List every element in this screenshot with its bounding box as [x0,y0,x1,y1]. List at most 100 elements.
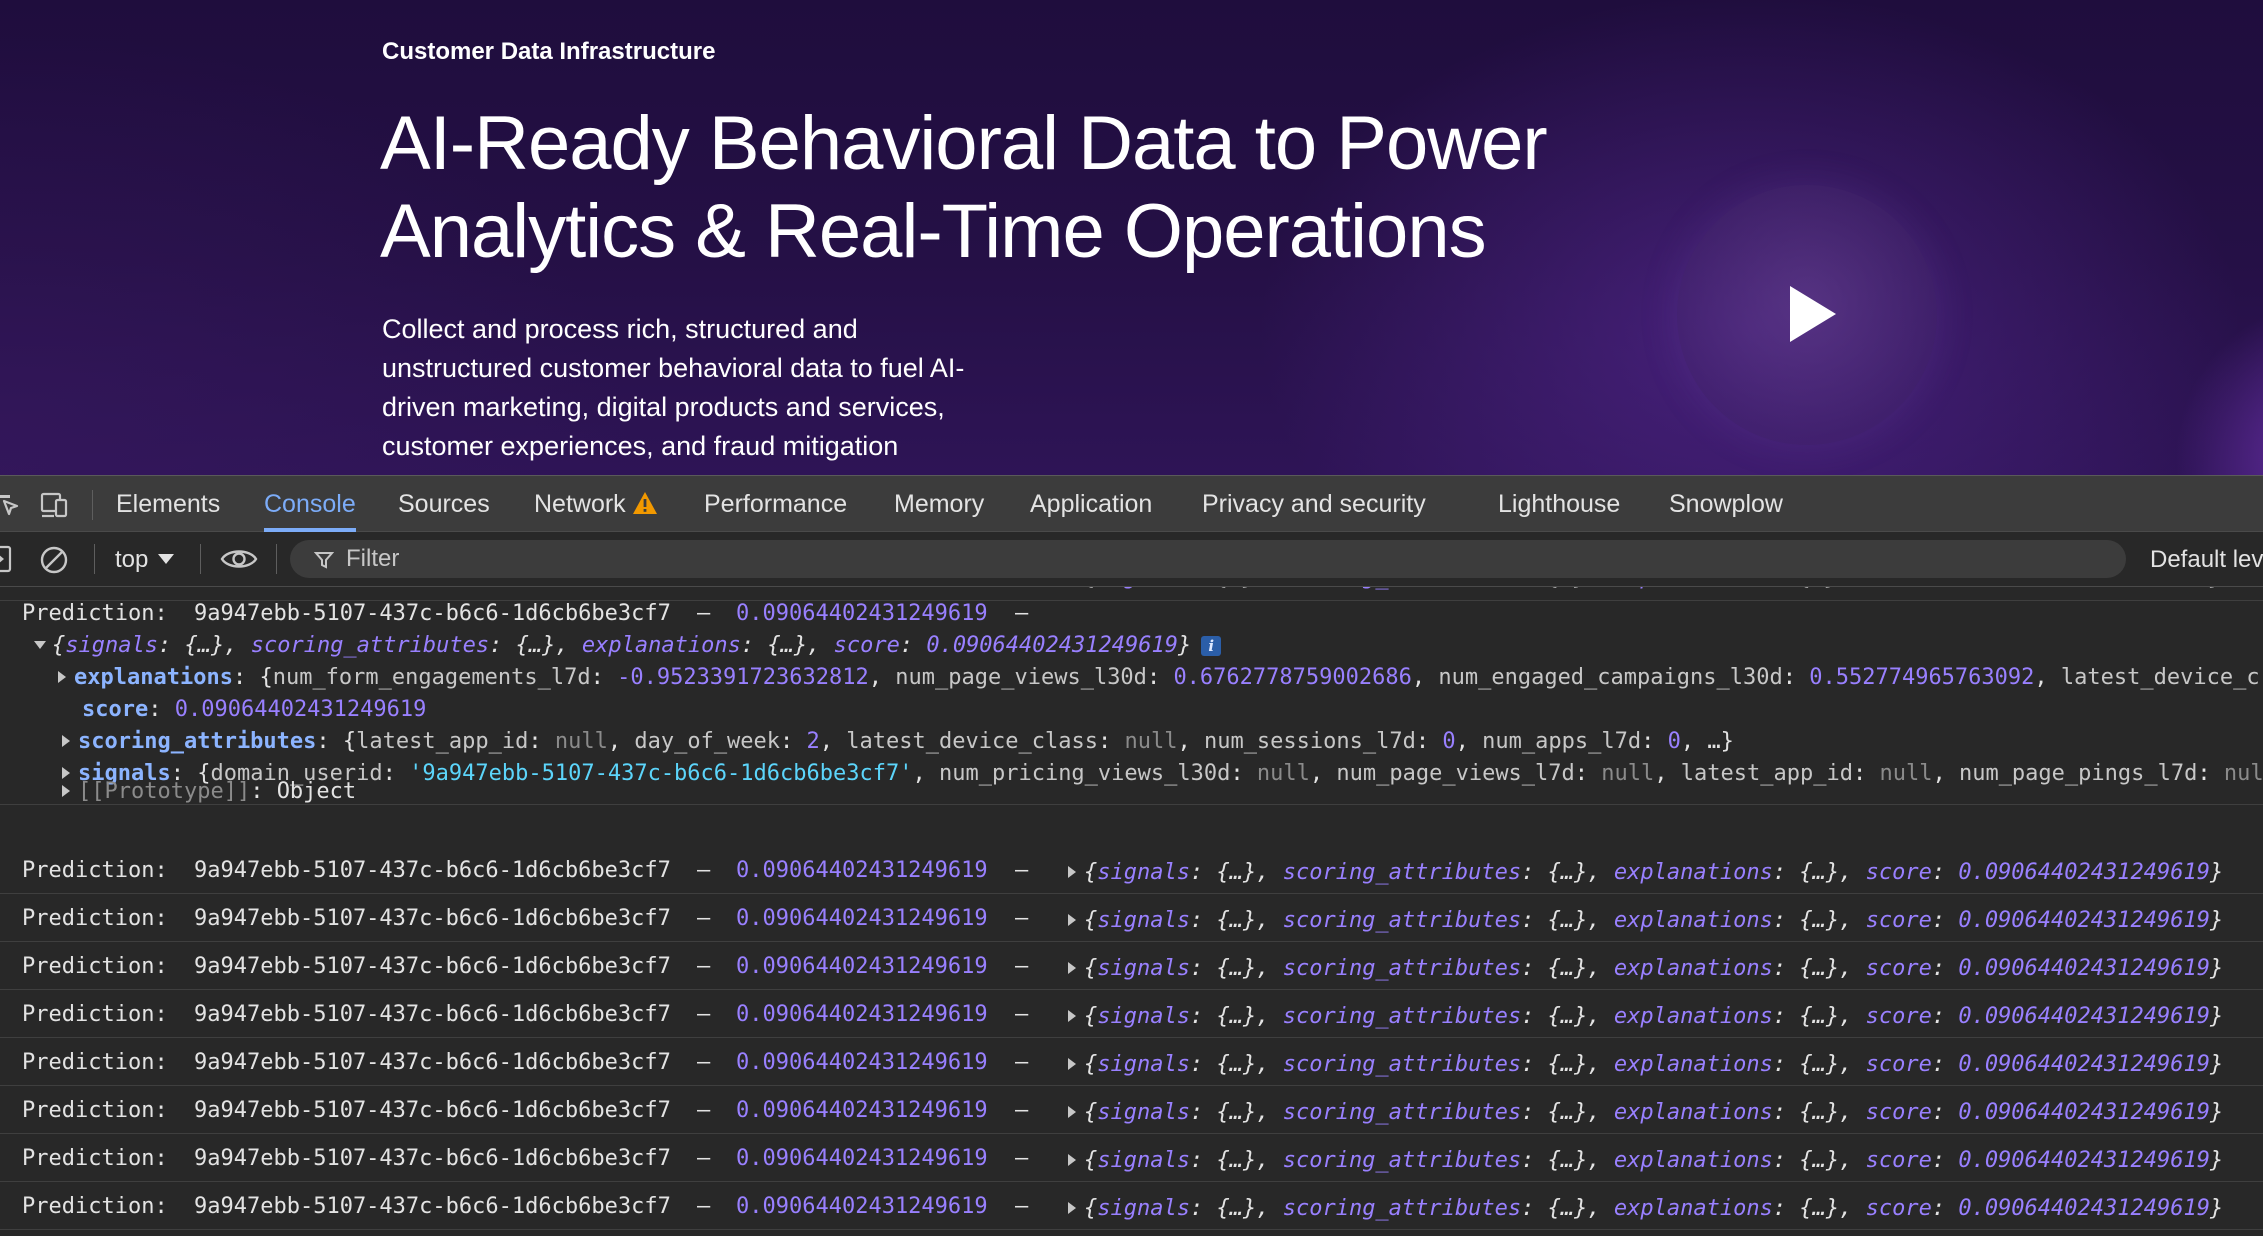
property-score: score: 0.09064402431249619 [82,697,427,722]
tab-privacy-security[interactable]: Privacy and security [1202,476,1426,532]
expand-arrow-icon[interactable] [58,671,66,683]
log-dash: – [1015,587,1028,591]
expand-arrow-icon[interactable] [1068,962,1076,974]
context-selector[interactable]: top [115,544,175,576]
log-dash: – [697,1002,711,1027]
device-toggle-icon[interactable] [40,491,68,519]
log-object-summary[interactable]: {signals: {…}, scoring_attributes: {…}, … [1068,908,2223,934]
console-log-row[interactable]: Prediction: 9a947ebb-5107-437c-b6c6-1d6cb… [0,1134,2263,1182]
log-dash: – [1015,906,1029,931]
log-prefix: Prediction: [22,954,168,979]
console-log-row[interactable]: Prediction: 9a947ebb-5107-437c-b6c6-1d6cb… [0,1086,2263,1134]
console-log-row[interactable]: Prediction: 9a947ebb-5107-437c-b6c6-1d6cb… [0,894,2263,942]
log-score: 0.09064402431249619 [736,906,988,931]
log-score: 0.09064402431249619 [736,601,988,626]
log-object-summary[interactable]: {signals: {…}, scoring_attributes: {…}, … [1068,860,2223,886]
context-value: top [115,546,149,573]
log-object-summary[interactable]: {signals: {…}, scoring_attributes: {…}, … [1068,1100,2223,1126]
tab-elements[interactable]: Elements [116,476,220,532]
expand-arrow-icon[interactable] [1068,866,1076,878]
collapse-arrow-icon[interactable] [34,641,46,649]
console-log-row[interactable]: Prediction: 9a947ebb-5107-437c-b6c6-1d6cb… [0,846,2263,894]
devtools-panel: Elements Console Sources Network Perform… [0,475,2263,1236]
log-score: 0.09064402431249619 [736,1002,988,1027]
log-user-id: 9a947ebb-5107-437c-b6c6-1d6cb6be3cf7 [194,1098,671,1123]
log-dash: – [697,1146,711,1171]
console-toolbar: top Filter Default lev [0,532,2263,587]
console-log-row-expanded[interactable]: Prediction: 9a947ebb-5107-437c-b6c6-1d6c… [0,601,2263,805]
inspect-icon[interactable] [0,491,22,519]
expand-arrow-icon[interactable] [1068,1010,1076,1022]
log-user-id: 9a947ebb-5107-437c-b6c6-1d6cb6be3cf7 [194,954,671,979]
object-summary-expanded[interactable]: {signals: {…}, scoring_attributes: {…}, … [34,633,1222,659]
log-user-id: 9a947ebb-5107-437c-b6c6-1d6cb6be3cf7 [194,1146,671,1171]
console-log-row[interactable]: Prediction: 9a947ebb-5107-437c-b6c6-1d6cb… [0,1038,2263,1086]
log-score: 0.09064402431249619 [736,587,988,591]
log-dash: – [1015,1002,1029,1027]
expand-arrow-icon[interactable] [1068,1202,1076,1214]
log-object-summary[interactable]: {signals: {…}, scoring_attributes: {…}, … [1068,956,2223,982]
eye-icon[interactable] [220,546,258,572]
log-prefix: Prediction: [22,858,168,883]
hero-desc-line: driven marketing, digital products and s… [382,392,945,422]
sidebar-toggle-icon[interactable] [0,544,14,574]
toolbar-divider [94,544,95,574]
log-dash: – [697,858,711,883]
tabbar-divider [92,490,93,520]
log-level-selector[interactable]: Default lev [2150,544,2263,576]
filter-input[interactable]: Filter [290,540,2126,578]
console-log-row[interactable]: Prediction: 9a947ebb-5107-437c-b6c6-1d6cb… [0,1182,2263,1230]
log-prefix: Prediction: [22,1098,168,1123]
console-output: Prediction: 9a947ebb-5107-437c-b6c6-1d6c… [0,587,2263,1236]
tab-snowplow[interactable]: Snowplow [1669,476,1783,532]
warning-icon [632,492,657,514]
log-prefix: Prediction: [22,906,168,931]
tab-sources[interactable]: Sources [398,476,490,532]
log-score: 0.09064402431249619 [736,858,988,883]
log-prefix: Prediction: [22,601,168,626]
log-dash: – [1015,601,1029,626]
clear-console-icon[interactable] [38,544,70,576]
log-prefix: Prediction: [22,1002,168,1027]
log-dash: – [1015,858,1029,883]
property-prototype[interactable]: [[Prototype]]: Object [62,779,356,805]
tab-memory[interactable]: Memory [894,476,984,532]
console-log-row[interactable]: Prediction: 9a947ebb-5107-437c-b6c6-1d6c… [0,587,2263,601]
filter-icon [314,552,334,569]
log-score: 0.09064402431249619 [736,1146,988,1171]
expand-arrow-icon[interactable] [62,735,70,747]
console-log-row[interactable]: Prediction: 9a947ebb-5107-437c-b6c6-1d6cb… [0,942,2263,990]
log-dash: – [1015,1146,1029,1171]
log-object-summary[interactable]: {signals: {…}, scoring_attributes: {…}, … [1068,1052,2223,1078]
log-object-summary[interactable]: {signals: {…}, scoring_attributes: {…}, … [1068,587,2223,591]
hero-title: AI-Ready Behavioral Data to Power Analyt… [380,100,1580,276]
tab-network[interactable]: Network [534,476,658,532]
expand-arrow-icon[interactable] [1068,1058,1076,1070]
log-object-summary[interactable]: {signals: {…}, scoring_attributes: {…}, … [1068,1004,2223,1030]
tab-network-label: Network [534,490,626,518]
log-dash: – [1015,1098,1029,1123]
log-dash: – [1015,1194,1029,1219]
expand-arrow-icon[interactable] [1068,914,1076,926]
log-dash: – [1015,954,1029,979]
expand-arrow-icon[interactable] [62,767,70,779]
expand-arrow-icon[interactable] [1068,1154,1076,1166]
tab-performance[interactable]: Performance [704,476,847,532]
log-score: 0.09064402431249619 [736,1098,988,1123]
hero-title-line-2: Analytics & Real-Time Operations [380,189,1487,274]
log-object-summary[interactable]: {signals: {…}, scoring_attributes: {…}, … [1068,1196,2223,1222]
log-object-summary[interactable]: {signals: {…}, scoring_attributes: {…}, … [1068,1148,2223,1174]
property-explanations[interactable]: explanations: {num_form_engagements_l7d:… [58,665,2260,691]
property-scoring-attributes[interactable]: scoring_attributes: {latest_app_id: null… [62,729,1734,755]
log-dash: – [697,1098,711,1123]
tab-lighthouse[interactable]: Lighthouse [1498,476,1620,532]
info-icon[interactable]: i [1201,636,1222,656]
console-log-row[interactable]: Prediction: 9a947ebb-5107-437c-b6c6-1d6cb… [0,990,2263,1038]
expand-arrow-icon[interactable] [1068,1106,1076,1118]
play-icon[interactable] [1790,286,1836,342]
expand-arrow-icon[interactable] [62,785,70,797]
log-prefix: Prediction: [22,1050,168,1075]
tab-console[interactable]: Console [264,476,356,532]
property-signals[interactable]: signals: {domain_userid: '9a947ebb-5107-… [62,761,2263,787]
tab-application[interactable]: Application [1030,476,1152,532]
